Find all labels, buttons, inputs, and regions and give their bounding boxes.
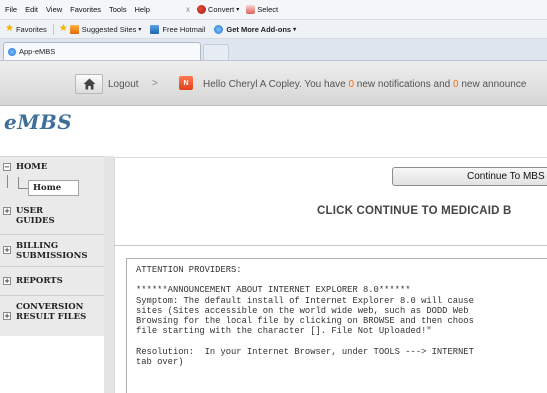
divider <box>114 245 547 246</box>
greeting-middle: new notifications and <box>354 79 453 90</box>
convert-label: Convert <box>207 5 235 14</box>
pdf-convert-icon <box>196 5 206 14</box>
browser-tabbar: App-eMBS <box>0 39 547 61</box>
pdf-select-icon <box>246 5 256 14</box>
sidebar-gutter <box>104 156 114 393</box>
add-favorite-icon: ★ <box>58 23 68 34</box>
close-toolbar-icon[interactable]: x <box>186 5 190 14</box>
menu-help[interactable]: Help <box>131 5 154 14</box>
tree-connector <box>7 175 8 188</box>
continue-to-mbs-button[interactable]: Continue To MBS <box>392 167 547 186</box>
expand-icon[interactable]: + <box>3 207 11 215</box>
logout-link[interactable]: Logout <box>108 79 139 90</box>
tab-title: App-eMBS <box>19 47 56 56</box>
menu-tools[interactable]: Tools <box>105 5 131 14</box>
page-heading: CLICK CONTINUE TO MEDICAID B <box>317 205 512 217</box>
sidebar-item-label: REPORTS <box>16 276 63 286</box>
tree-connector <box>18 188 28 189</box>
sidebar-item-label: HOME <box>16 162 48 172</box>
expand-icon[interactable]: + <box>3 312 11 320</box>
browser-menubar: File Edit View Favorites Tools Help x Co… <box>0 0 547 20</box>
divider <box>0 234 104 235</box>
favorites-button[interactable]: ★ Favorites <box>5 24 47 34</box>
fav-free-hotmail[interactable]: Free Hotmail <box>150 24 206 34</box>
fav-label: Free Hotmail <box>162 24 206 34</box>
chevron-down-icon: ▾ <box>138 26 142 33</box>
chevron-right-icon: > <box>152 78 158 89</box>
ie-page-icon <box>8 47 16 56</box>
notification-icon[interactable]: N <box>179 76 193 90</box>
hotmail-icon <box>150 24 160 34</box>
home-icon <box>83 78 95 90</box>
ie-page-icon <box>214 24 224 34</box>
announcement-textarea[interactable]: ATTENTION PROVIDERS: ******ANNOUNCEMENT … <box>126 258 547 393</box>
sidebar-item-home[interactable]: − HOME <box>0 162 104 172</box>
collapse-icon[interactable]: − <box>3 163 11 171</box>
sidebar-item-conversion-result-files[interactable]: + CONVERSION RESULT FILES <box>0 302 104 322</box>
announcement-text: ATTENTION PROVIDERS: ******ANNOUNCEMENT … <box>136 265 474 367</box>
sidebar-subitem-home[interactable]: Home <box>28 180 79 196</box>
menu-edit[interactable]: Edit <box>21 5 42 14</box>
select-button[interactable]: Select <box>246 5 278 14</box>
sidebar-item-billing-submissions[interactable]: + BILLING SUBMISSIONS <box>0 241 104 261</box>
menu-favorites[interactable]: Favorites <box>66 5 105 14</box>
chevron-down-icon: ▾ <box>293 26 297 33</box>
new-tab-button[interactable] <box>203 44 229 60</box>
sidebar-item-label: USER GUIDES <box>16 206 55 226</box>
sidebar-item-label: BILLING SUBMISSIONS <box>16 241 88 261</box>
select-label: Select <box>257 5 279 14</box>
favorites-label: Favorites <box>15 24 47 34</box>
fav-label: Get More Add-ons <box>226 24 292 34</box>
tab-app-embs[interactable]: App-eMBS <box>3 42 201 60</box>
divider <box>0 266 104 267</box>
fav-get-more-addons[interactable]: Get More Add-ons ▾ <box>214 24 297 34</box>
menu-file[interactable]: File <box>0 5 21 14</box>
app-header: Logout > N Hello Cheryl A Copley. You ha… <box>0 61 547 106</box>
expand-icon[interactable]: + <box>3 246 11 254</box>
embs-logo: eMBS <box>4 110 73 134</box>
divider <box>52 23 54 35</box>
fav-label: Suggested Sites <box>81 24 137 34</box>
home-button[interactable] <box>75 74 103 94</box>
suggested-sites-icon <box>69 24 79 34</box>
sidebar-item-user-guides[interactable]: + USER GUIDES <box>0 206 104 226</box>
greeting-text: Hello Cheryl A Copley. You have 0 new no… <box>203 79 526 90</box>
chevron-down-icon: ▾ <box>236 7 240 13</box>
divider <box>0 295 104 296</box>
star-icon: ★ <box>5 23 14 34</box>
greeting-prefix: Hello Cheryl A Copley. You have <box>203 79 349 90</box>
greeting-suffix: new announce <box>458 79 527 90</box>
fav-suggested-sites[interactable]: ★ Suggested Sites ▾ <box>58 23 142 34</box>
menu-view[interactable]: View <box>42 5 66 14</box>
sidebar-item-label: CONVERSION RESULT FILES <box>16 302 87 322</box>
sidebar-item-reports[interactable]: + REPORTS <box>0 276 104 286</box>
favorites-bar: ★ Favorites ★ Suggested Sites ▾ Free Hot… <box>0 20 547 39</box>
convert-button[interactable]: Convert ▾ <box>196 5 240 14</box>
expand-icon[interactable]: + <box>3 277 11 285</box>
